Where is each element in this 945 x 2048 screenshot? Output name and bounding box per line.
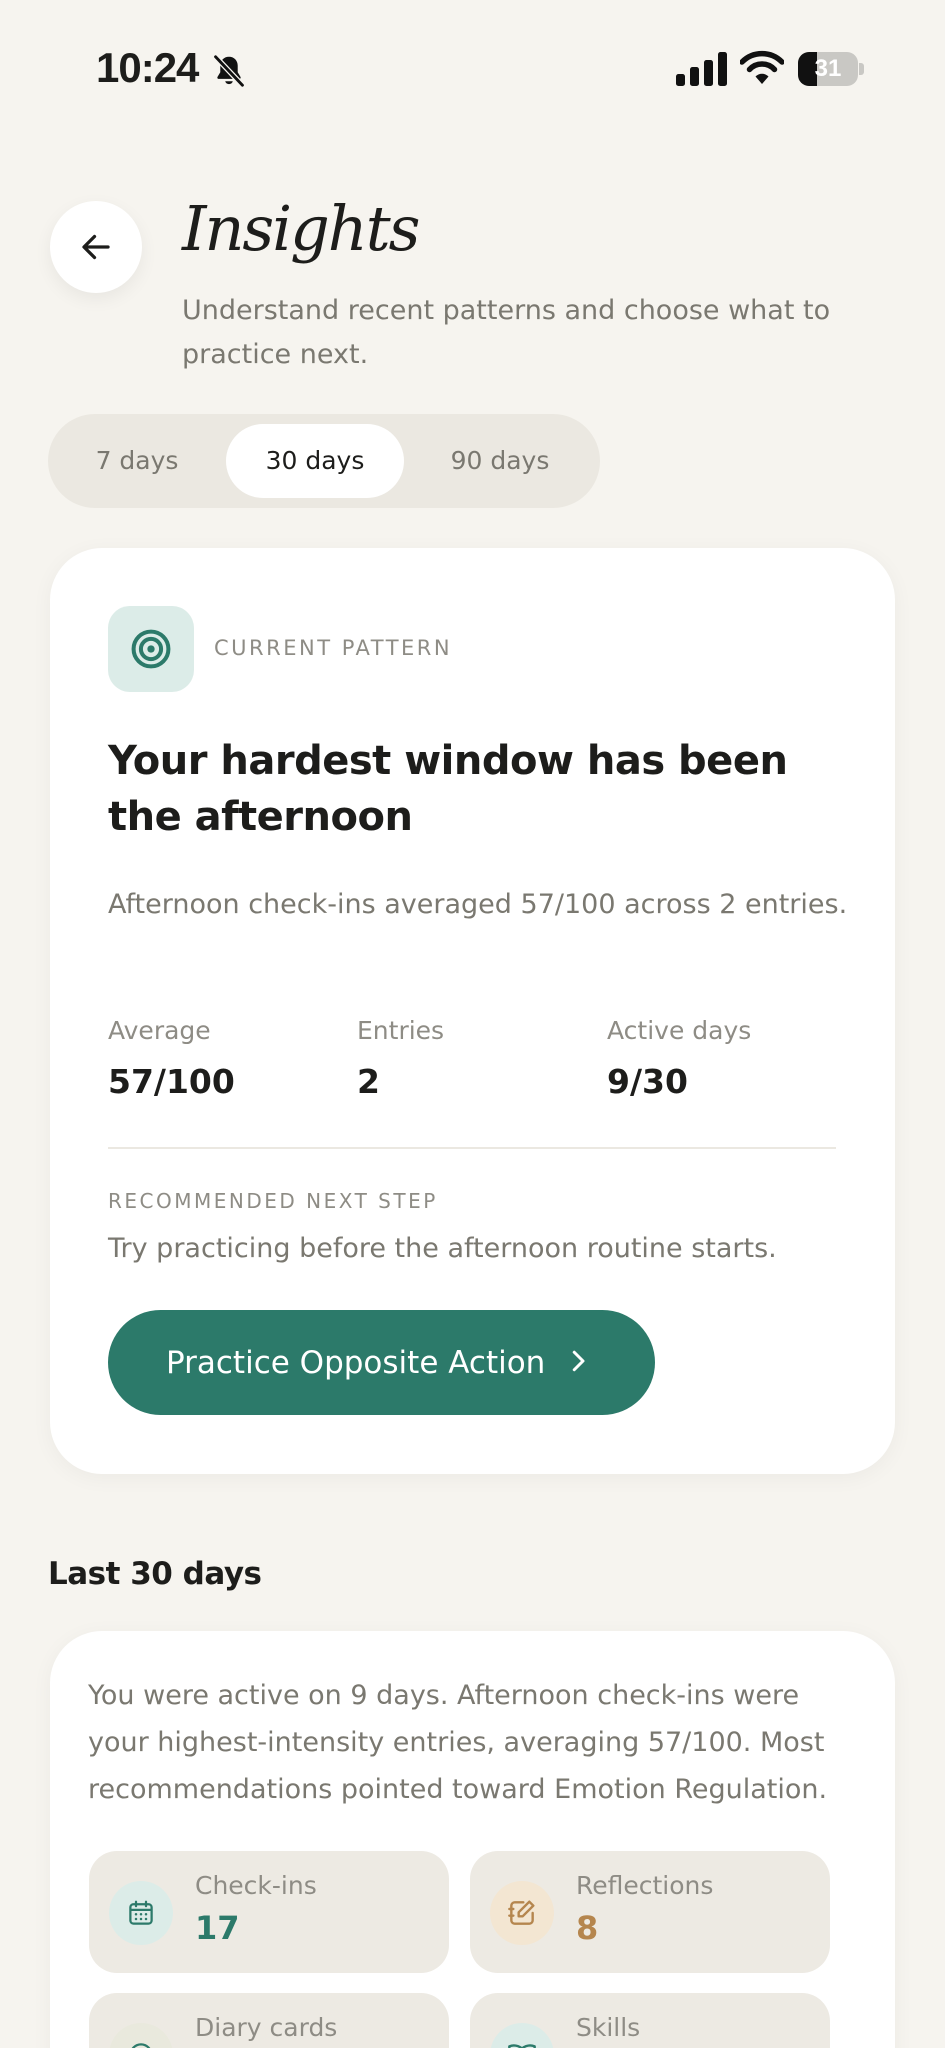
practice-button-label: Practice Opposite Action (166, 1344, 546, 1381)
tile-check-ins[interactable]: Check-ins 17 (89, 1851, 449, 1973)
calendar-icon (129, 1900, 153, 1925)
back-button[interactable] (50, 201, 142, 293)
tile-diary-cards-icon-badge (109, 2023, 173, 2048)
tile-diary-cards-label: Diary cards (195, 2013, 338, 2042)
tile-check-ins-label: Check-ins (195, 1871, 317, 1900)
status-time: 10:24 (96, 44, 199, 91)
tile-check-ins-icon-badge (109, 1881, 173, 1945)
stat-entries-label: Entries (357, 1016, 445, 1045)
stat-active-days-value: 9/30 (607, 1062, 688, 1101)
tile-reflections[interactable]: Reflections 8 (470, 1851, 830, 1973)
circle-icon (131, 2043, 151, 2048)
tile-skills[interactable]: Skills (470, 1993, 830, 2048)
tile-check-ins-value: 17 (195, 1909, 240, 1947)
stat-active-days-label: Active days (607, 1016, 752, 1045)
battery-icon: 31 (798, 52, 864, 86)
recommendation-eyebrow: RECOMMENDED NEXT STEP (108, 1189, 438, 1213)
pattern-headline: Your hardest window has been the afterno… (108, 738, 788, 840)
notebook-pen-icon (508, 1900, 535, 1925)
card-divider (108, 1147, 836, 1149)
tab-7-days[interactable]: 7 days (60, 424, 214, 498)
battery-percent: 31 (814, 55, 842, 82)
tile-reflections-label: Reflections (576, 1871, 714, 1900)
tab-90-days[interactable]: 90 days (416, 424, 584, 498)
bell-slash-icon (212, 54, 246, 88)
pattern-eyebrow: CURRENT PATTERN (214, 636, 453, 660)
chevron-right-icon (572, 1350, 585, 1372)
wifi-icon (740, 50, 784, 84)
tile-reflections-icon-badge (490, 1881, 554, 1945)
recommendation-text: Try practicing before the afternoon rout… (108, 1233, 777, 1264)
stat-average-label: Average (108, 1016, 211, 1045)
tile-skills-label: Skills (576, 2013, 641, 2042)
target-icon (131, 629, 171, 669)
signal-icon (676, 52, 727, 86)
tile-diary-cards[interactable]: Diary cards (89, 1993, 449, 2048)
book-open-icon (508, 2044, 536, 2048)
page-subtitle: Understand recent patterns and choose wh… (182, 295, 831, 370)
tile-reflections-value: 8 (576, 1909, 599, 1947)
tile-skills-icon-badge (490, 2023, 554, 2048)
stat-average-value: 57/100 (108, 1062, 235, 1101)
stat-entries-value: 2 (357, 1062, 380, 1101)
pattern-description: Afternoon check-ins averaged 57/100 acro… (108, 889, 848, 920)
tab-30-days[interactable]: 30 days (226, 424, 404, 498)
practice-opposite-action-button[interactable]: Practice Opposite Action (108, 1310, 655, 1415)
arrow-left-icon (82, 234, 110, 260)
section-title-last-30-days: Last 30 days (48, 1556, 262, 1592)
page-title: Insights (182, 192, 420, 265)
pattern-icon-badge (108, 606, 194, 692)
range-segmented-control: 7 days 30 days 90 days (48, 414, 600, 508)
summary-text: You were active on 9 days. Afternoon che… (88, 1680, 828, 1805)
